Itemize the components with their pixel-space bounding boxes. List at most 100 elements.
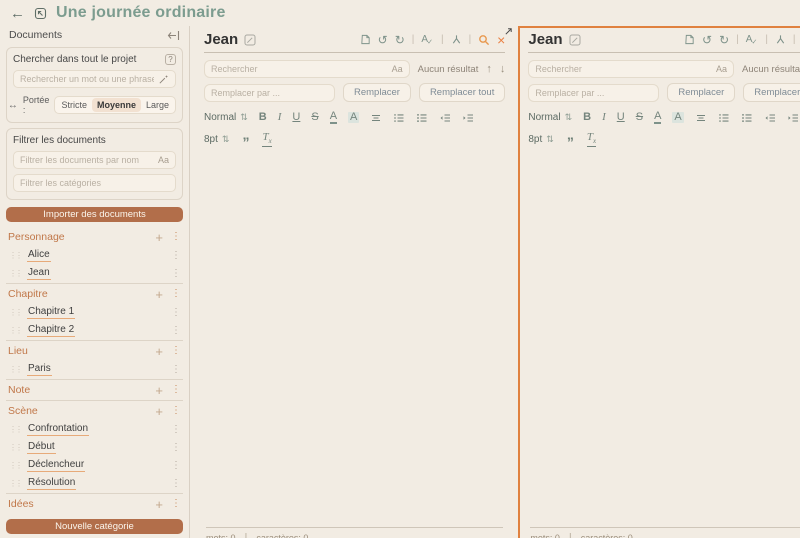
replace-all-button[interactable]: Remplacer tout [743, 83, 800, 102]
expand-pane-icon[interactable] [504, 27, 513, 36]
editor-search-field[interactable]: Aa [204, 60, 410, 78]
editor-case-toggle[interactable]: Aa [716, 64, 727, 74]
document-name[interactable]: Début [27, 441, 56, 454]
wand-icon[interactable] [158, 74, 169, 85]
scope-option-moyenne[interactable]: Moyenne [91, 98, 141, 113]
editor-search-input[interactable] [211, 64, 388, 74]
strikethrough-button[interactable]: S [636, 112, 643, 123]
replace-all-button[interactable]: Remplacer tout [418, 83, 506, 102]
italic-button[interactable]: I [602, 112, 606, 123]
document-name[interactable]: Jean [27, 267, 51, 280]
filter-category-field[interactable] [13, 174, 176, 193]
editor-search-input[interactable] [535, 64, 712, 74]
category-menu-icon[interactable]: ⋮ [171, 385, 181, 395]
category-menu-icon[interactable]: ⋮ [171, 406, 181, 416]
document-menu-icon[interactable]: ⋮ [171, 307, 181, 318]
category-menu-icon[interactable]: ⋮ [171, 289, 181, 299]
highlight-button[interactable]: A [348, 112, 360, 123]
editor-content[interactable] [204, 147, 505, 527]
bold-button[interactable]: B [583, 112, 591, 123]
redo-icon[interactable]: ↻ [719, 34, 729, 46]
document-name[interactable]: Résolution [27, 477, 77, 490]
next-result-icon[interactable]: ↓ [500, 63, 506, 75]
clear-format-button[interactable]: Tx [262, 131, 272, 148]
redo-icon[interactable]: ↻ [395, 34, 405, 46]
add-document-icon[interactable]: + [155, 405, 163, 418]
highlight-button[interactable]: A [672, 112, 684, 123]
document-menu-icon[interactable]: ⋮ [171, 364, 181, 375]
document-name[interactable]: Alice [27, 249, 51, 262]
document-item[interactable]: ⋮⋮ Alice ⋮ [6, 246, 183, 264]
italic-button[interactable]: I [278, 112, 282, 123]
drag-handle-icon[interactable]: ⋮⋮ [9, 251, 23, 260]
indent-icon[interactable] [787, 112, 799, 124]
document-item[interactable]: ⋮⋮ Jean ⋮ [6, 264, 183, 282]
text-color-button[interactable]: A [654, 111, 662, 124]
editor-content[interactable] [528, 147, 800, 527]
drag-handle-icon[interactable]: ⋮⋮ [9, 269, 23, 278]
underline-button[interactable]: U [617, 112, 625, 123]
drag-handle-icon[interactable]: ⋮⋮ [9, 425, 23, 434]
replace-input[interactable] [535, 87, 653, 98]
drag-handle-icon[interactable]: ⋮⋮ [9, 308, 23, 317]
project-search-field[interactable] [13, 70, 176, 89]
add-document-icon[interactable]: + [155, 231, 163, 244]
editor-search-field[interactable]: Aa [528, 60, 734, 78]
drag-handle-icon[interactable]: ⋮⋮ [9, 365, 23, 374]
document-menu-icon[interactable]: ⋮ [171, 325, 181, 336]
document-item[interactable]: ⋮⋮ Début ⋮ [6, 438, 183, 456]
split-view-icon[interactable] [775, 34, 786, 45]
back-icon[interactable]: ← [10, 6, 25, 21]
paragraph-style-select[interactable]: Normal ⇅ [528, 112, 572, 123]
document-menu-icon[interactable]: ⋮ [171, 250, 181, 261]
document-name[interactable]: Chapitre 2 [27, 324, 76, 337]
replace-field[interactable] [204, 83, 335, 102]
add-document-icon[interactable]: + [155, 498, 163, 511]
search-icon[interactable] [478, 34, 490, 46]
import-documents-button[interactable]: Importer des documents [6, 207, 183, 223]
category-menu-icon[interactable]: ⋮ [171, 499, 181, 509]
split-view-icon[interactable] [451, 34, 462, 45]
new-category-button[interactable]: Nouvelle catégorie [6, 519, 183, 534]
bullet-list-icon[interactable] [741, 112, 753, 124]
document-item[interactable]: ⋮⋮ Résolution ⋮ [6, 474, 183, 492]
document-menu-icon[interactable]: ⋮ [171, 268, 181, 279]
outdent-icon[interactable] [764, 112, 776, 124]
document-item[interactable]: ⋮⋮ Déclencheur ⋮ [6, 456, 183, 474]
document-menu-icon[interactable]: ⋮ [171, 478, 181, 489]
help-icon[interactable]: ? [165, 54, 176, 66]
category-header[interactable]: Scène + ⋮ [6, 402, 183, 420]
project-search-input[interactable] [20, 74, 154, 85]
document-name[interactable]: Paris [27, 363, 52, 376]
document-item[interactable]: ⋮⋮ Confrontation ⋮ [6, 420, 183, 438]
align-icon[interactable] [370, 112, 382, 124]
ordered-list-icon[interactable] [393, 112, 405, 124]
category-header[interactable]: Chapitre + ⋮ [6, 285, 183, 303]
undo-icon[interactable]: ↺ [702, 34, 712, 46]
replace-button[interactable]: Remplacer [343, 83, 411, 102]
spellcheck-icon[interactable]: A✓ [421, 34, 434, 46]
rename-icon[interactable] [569, 34, 581, 46]
text-color-button[interactable]: A [329, 111, 338, 124]
case-sensitivity-toggle[interactable]: Aa [158, 155, 169, 165]
rename-icon[interactable] [244, 34, 256, 46]
outdent-icon[interactable] [439, 112, 451, 124]
bullet-list-icon[interactable] [416, 112, 428, 124]
notes-icon[interactable] [684, 34, 695, 45]
strikethrough-button[interactable]: S [311, 112, 318, 123]
drag-handle-icon[interactable]: ⋮⋮ [9, 443, 23, 452]
blockquote-button[interactable]: ” [567, 135, 574, 149]
add-document-icon[interactable]: + [155, 345, 163, 358]
underline-button[interactable]: U [292, 112, 300, 123]
indent-icon[interactable] [462, 112, 474, 124]
replace-field[interactable] [528, 83, 660, 102]
document-name[interactable]: Confrontation [27, 423, 90, 436]
add-document-icon[interactable]: + [155, 288, 163, 301]
replace-button[interactable]: Remplacer [667, 83, 736, 102]
filter-name-input[interactable] [20, 155, 154, 166]
spellcheck-icon[interactable]: A✓ [746, 34, 759, 46]
collapse-sidebar-icon[interactable] [167, 30, 180, 41]
previous-result-icon[interactable]: ↑ [486, 63, 492, 75]
category-header[interactable]: Note + ⋮ [6, 381, 183, 399]
add-document-icon[interactable]: + [155, 384, 163, 397]
